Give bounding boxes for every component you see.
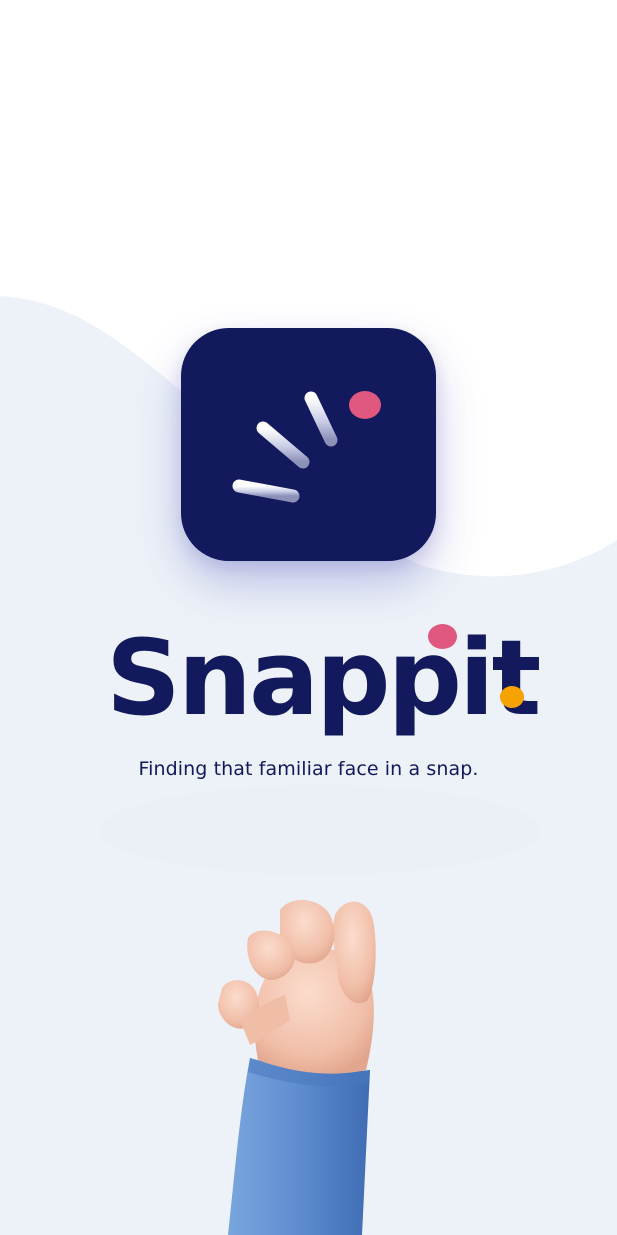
snapping-hand-illustration	[218, 899, 376, 1235]
splash-screen: Snappit Finding that familiar face in a …	[0, 0, 617, 1235]
